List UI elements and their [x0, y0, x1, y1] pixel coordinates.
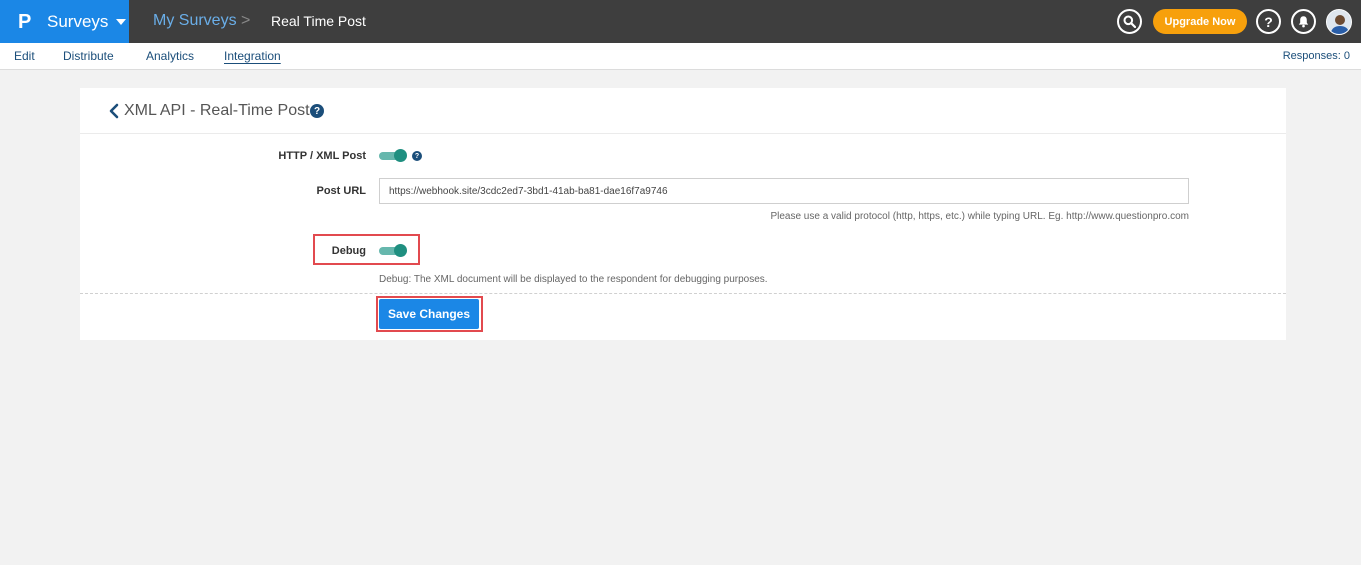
tab-integration[interactable]: Integration: [224, 49, 281, 63]
back-chevron-icon[interactable]: [108, 103, 122, 119]
save-changes-button[interactable]: Save Changes: [379, 299, 479, 329]
divider: [80, 293, 1286, 294]
debug-label: Debug: [331, 245, 366, 257]
avatar-icon: [1327, 10, 1351, 34]
help-button[interactable]: ?: [1256, 9, 1281, 34]
page-title: XML API - Real-Time Post: [124, 102, 310, 119]
top-bar: P Surveys My Surveys > Real Time Post Up…: [0, 0, 1361, 43]
breadcrumb-separator: >: [241, 12, 251, 29]
post-url-input[interactable]: [379, 178, 1189, 204]
surveys-menu[interactable]: P Surveys: [0, 0, 129, 43]
bell-icon: [1298, 16, 1309, 28]
debug-hint: Debug: The XML document will be displaye…: [379, 274, 768, 285]
app-name: Surveys: [47, 11, 109, 31]
toggle-knob: [394, 149, 407, 162]
search-button[interactable]: [1117, 9, 1142, 34]
tab-analytics[interactable]: Analytics: [146, 49, 194, 63]
real-time-post-panel: XML API - Real-Time Post ? HTTP / XML Po…: [80, 88, 1286, 340]
http-post-help-icon[interactable]: ?: [412, 151, 422, 161]
user-avatar[interactable]: [1326, 9, 1352, 35]
http-xml-post-label: HTTP / XML Post: [278, 150, 366, 162]
caret-down-icon: [116, 18, 127, 25]
responses-count[interactable]: Responses: 0: [1283, 50, 1350, 62]
toggle-knob: [394, 244, 407, 257]
post-url-label: Post URL: [316, 185, 367, 197]
panel-header: XML API - Real-Time Post ?: [80, 88, 1286, 134]
tab-distribute[interactable]: Distribute: [63, 49, 114, 63]
tab-edit[interactable]: Edit: [14, 49, 35, 63]
http-xml-post-toggle[interactable]: [379, 149, 407, 162]
breadcrumb-current: Real Time Post: [271, 13, 366, 29]
notifications-button[interactable]: [1291, 9, 1316, 34]
search-icon: [1123, 15, 1136, 28]
debug-toggle[interactable]: [379, 244, 407, 257]
help-icon[interactable]: ?: [310, 104, 324, 118]
upgrade-now-button[interactable]: Upgrade Now: [1153, 9, 1247, 34]
post-url-hint: Please use a valid protocol (http, https…: [770, 211, 1189, 222]
app-logo: P: [18, 10, 32, 33]
help-icon: ?: [1264, 13, 1273, 30]
breadcrumb-my-surveys[interactable]: My Surveys: [153, 12, 237, 30]
sub-navigation: Edit Distribute Analytics Integration Re…: [0, 43, 1361, 70]
